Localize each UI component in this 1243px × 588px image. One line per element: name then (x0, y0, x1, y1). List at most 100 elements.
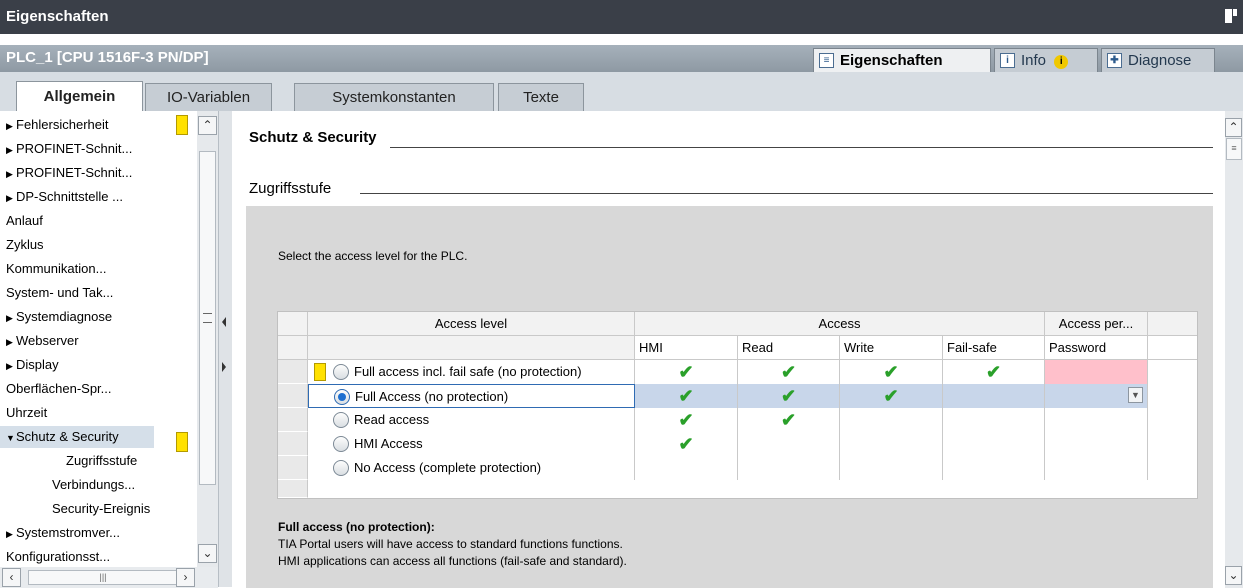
scroll-up-button[interactable]: ⌃ (198, 116, 217, 135)
panel-splitter[interactable] (218, 111, 232, 587)
row-header[interactable] (278, 456, 308, 480)
tab-systemkonstanten[interactable]: Systemkonstanten (294, 83, 494, 111)
access-level-option[interactable]: No Access (complete protection) (308, 456, 635, 480)
nav-item[interactable]: Oberflächen-Spr... (6, 378, 112, 400)
access-level-label: Full Access (no protection) (355, 389, 509, 404)
access-read-cell: ✔ (738, 408, 840, 432)
nav-item[interactable]: ▶ Fehlersicherheit (6, 114, 109, 136)
access-level-option[interactable]: Full Access (no protection) (308, 384, 635, 408)
hscroll-thumb[interactable]: ||| (28, 570, 178, 585)
nav-item[interactable]: System- und Tak... (6, 282, 113, 304)
row-header[interactable] (278, 480, 308, 498)
radio-button[interactable] (334, 389, 350, 405)
collapsed-arrow-icon[interactable]: ▶ (6, 139, 16, 161)
nav-item[interactable]: ▶ Systemstromver... (6, 522, 120, 544)
access-hmi-cell: ✔ (635, 408, 738, 432)
nav-item[interactable]: Security-Ereignis (52, 498, 150, 520)
collapsed-arrow-icon[interactable]: ▶ (6, 355, 16, 377)
password-cell[interactable] (1045, 360, 1148, 384)
nav-item[interactable]: Kommunikation... (6, 258, 106, 280)
content-scroll-down-button[interactable]: ⌄ (1225, 566, 1242, 585)
password-dropdown[interactable]: ▼ (1045, 384, 1148, 408)
password-cell (1045, 408, 1148, 432)
nav-item[interactable]: Zyklus (6, 234, 44, 256)
tab-texte[interactable]: Texte (498, 83, 584, 111)
collapse-left-icon[interactable] (222, 317, 226, 327)
header-filler-2 (1148, 336, 1197, 360)
radio-button[interactable] (333, 436, 349, 452)
nav-item[interactable]: Zugriffsstufe (66, 450, 137, 472)
access-read-cell (738, 456, 840, 480)
row-header[interactable] (278, 384, 308, 408)
collapsed-arrow-icon[interactable]: ▶ (6, 187, 16, 209)
access-level-option[interactable]: Full access incl. fail safe (no protecti… (308, 360, 635, 384)
content-scroll-up-button[interactable]: ⌃ (1225, 118, 1242, 137)
collapsed-arrow-icon[interactable]: ▶ (6, 115, 16, 137)
radio-button[interactable] (333, 412, 349, 428)
scroll-right-button[interactable]: › (176, 568, 195, 587)
collapsed-arrow-icon[interactable]: ▶ (6, 307, 16, 329)
collapsed-arrow-icon[interactable]: ▶ (6, 523, 16, 545)
tab-info-label: Info (1021, 52, 1047, 69)
password-cell (1045, 432, 1148, 456)
nav-item[interactable]: ▶ Webserver (6, 330, 79, 352)
nav-item[interactable]: ▶ Display (6, 354, 59, 376)
header-access-per: Access per... (1045, 312, 1148, 336)
content-scrollbar[interactable]: ⌃ ≡ ⌄ (1225, 111, 1243, 588)
nav-item[interactable]: ▶ PROFINET-Schnit... (6, 162, 132, 184)
nav-item-label: System- und Tak... (6, 285, 114, 300)
radio-button[interactable] (333, 460, 349, 476)
access-failsafe-cell (943, 456, 1045, 480)
nav-scrollbar[interactable]: ⌃ ⌄ (197, 111, 218, 587)
row-header[interactable] (278, 408, 308, 432)
window-title: Eigenschaften (6, 8, 109, 25)
nav-item[interactable]: ▶ DP-Schnittstelle ... (6, 186, 123, 208)
access-level-option[interactable]: HMI Access (308, 432, 635, 456)
nav-item[interactable]: ▶ Systemdiagnose (6, 306, 112, 328)
tab-diagnose[interactable]: ✚ Diagnose (1101, 48, 1215, 72)
scroll-thumb[interactable] (199, 151, 216, 485)
device-name: PLC_1 [CPU 1516F-3 PN/DP] (6, 49, 209, 66)
navigation-tree: ▶ Fehlersicherheit ▶ PROFINET-Schnit... ▶ PRO… (0, 111, 174, 567)
expand-right-icon[interactable] (222, 362, 226, 372)
password-cell (1045, 456, 1148, 480)
nav-item[interactable]: Anlauf (6, 210, 43, 232)
access-level-label: HMI Access (354, 436, 423, 451)
nav-item-label: PROFINET-Schnit... (16, 141, 133, 156)
tab-io-variablen[interactable]: IO-Variablen (145, 83, 272, 111)
access-level-option[interactable]: Read access (308, 408, 635, 432)
nav-item[interactable]: Verbindungs... (52, 474, 135, 496)
nav-item[interactable]: ▶ PROFINET-Schnit... (6, 138, 132, 160)
chevron-down-icon[interactable]: ▼ (1128, 387, 1143, 403)
row-header[interactable] (278, 360, 308, 384)
scroll-left-button[interactable]: ‹ (2, 568, 21, 587)
row-header[interactable] (278, 432, 308, 456)
info-badge-icon: i (1054, 55, 1069, 69)
nav-item-label: Zyklus (6, 237, 44, 252)
nav-item-label: Zugriffsstufe (66, 453, 138, 468)
tab-info[interactable]: i Info i (994, 48, 1098, 72)
expanded-arrow-icon[interactable]: ▼ (6, 427, 16, 449)
scroll-down-button[interactable]: ⌄ (198, 544, 217, 563)
tab-eigenschaften[interactable]: ≡ Eigenschaften (813, 48, 991, 72)
radio-button[interactable] (333, 364, 349, 380)
properties-icon: ≡ (819, 53, 834, 68)
nav-item[interactable]: Konfigurationsst... (6, 546, 110, 567)
tab-allgemein[interactable]: Allgemein (16, 81, 143, 111)
collapsed-arrow-icon[interactable]: ▶ (6, 331, 16, 353)
header-access-level: Access level (308, 312, 635, 336)
pin-icon[interactable] (1225, 9, 1237, 23)
nav-horizontal-scrollbar[interactable]: ‹ ||| › (0, 567, 218, 588)
collapsed-arrow-icon[interactable]: ▶ (6, 163, 16, 185)
content-scroll-thumb[interactable]: ≡ (1226, 138, 1242, 160)
nav-item-label: Fehlersicherheit (16, 117, 109, 132)
info-list-icon: i (1000, 53, 1015, 68)
nav-item[interactable]: ▼Schutz & Security (0, 426, 154, 448)
access-level-label: Full access incl. fail safe (no protecti… (354, 364, 582, 379)
access-write-cell: ✔ (840, 360, 943, 384)
access-level-label: No Access (complete protection) (354, 460, 542, 475)
nav-item[interactable]: Uhrzeit (6, 402, 47, 424)
nav-item-label: Systemdiagnose (16, 309, 113, 324)
nav-item-label: Uhrzeit (6, 405, 48, 420)
device-header: PLC_1 [CPU 1516F-3 PN/DP] ≡ Eigenschafte… (0, 45, 1243, 72)
